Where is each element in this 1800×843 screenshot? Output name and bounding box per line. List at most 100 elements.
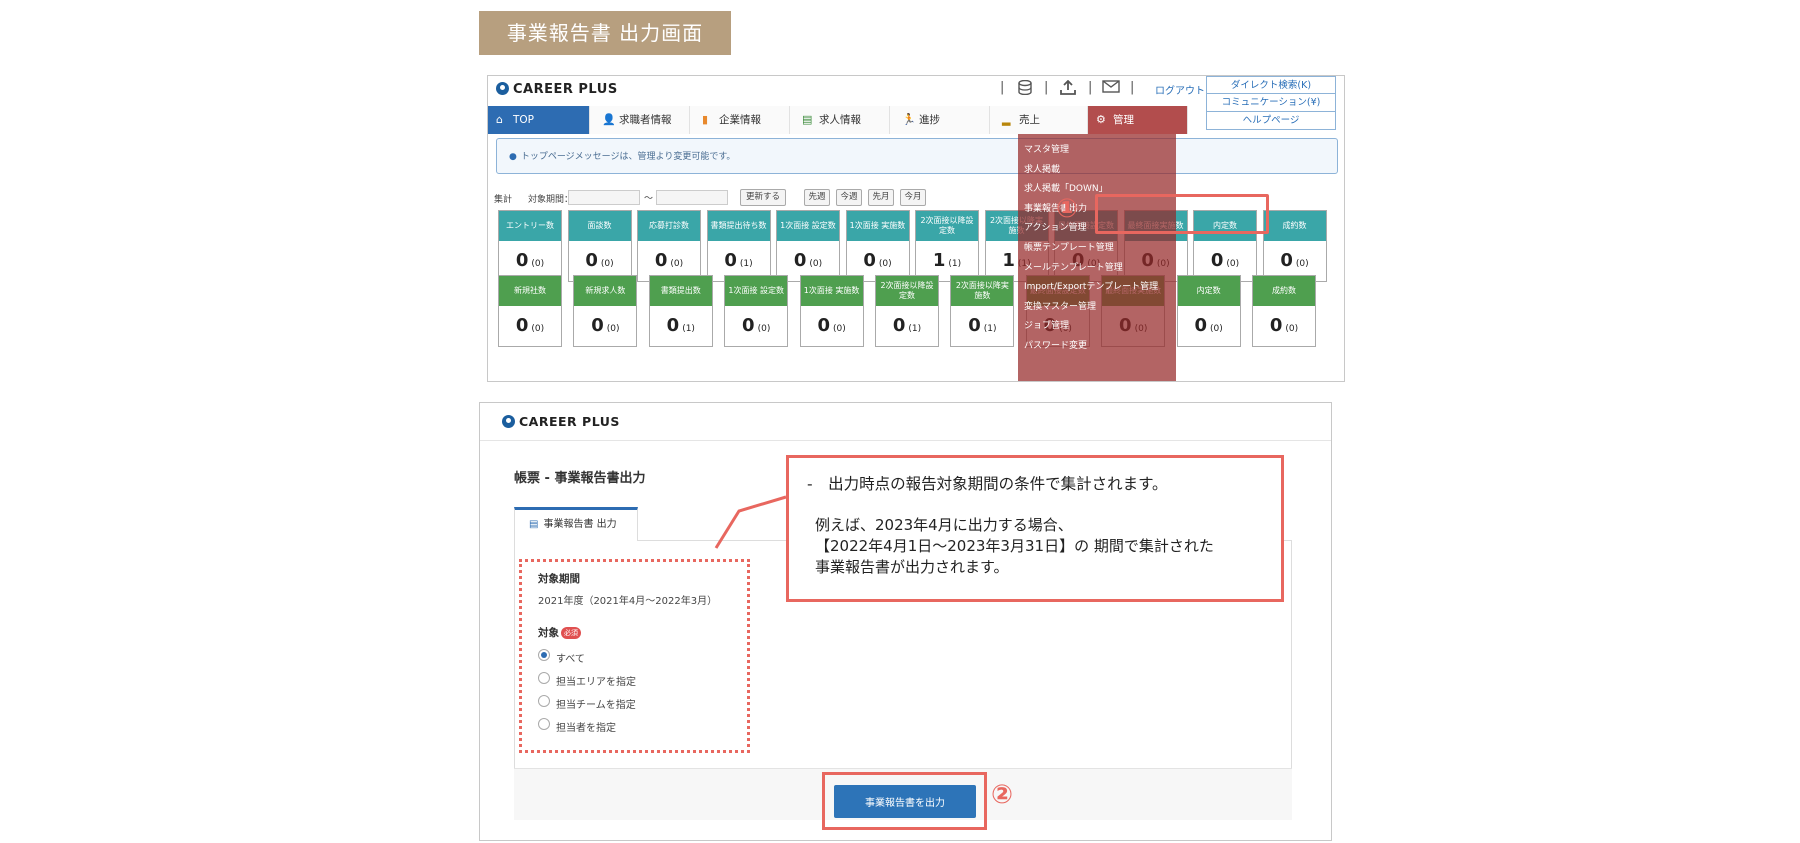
nav-tab-top[interactable]: ⌂ TOP: [488, 106, 590, 134]
stat-card: 1次面接 実施数 0 (0): [799, 275, 864, 347]
separator: |: [1000, 80, 1005, 95]
document-icon: ▤: [529, 519, 539, 530]
this-week-button[interactable]: 今週: [836, 189, 862, 206]
stat-value: 0: [1210, 250, 1224, 271]
stat-card-header: 内定数: [1177, 276, 1240, 306]
stat-card: 面談数 0 (0): [567, 210, 632, 282]
stat-value: 0: [1269, 315, 1283, 336]
mail-icon[interactable]: [1102, 80, 1120, 97]
stat-sub-value: (1): [983, 324, 997, 334]
dropdown-item[interactable]: 変換マスター管理: [1024, 299, 1096, 312]
dropdown-item[interactable]: 求人掲載「DOWN」: [1024, 181, 1108, 194]
tab-business-report-output[interactable]: ▤ 事業報告書 出力: [514, 507, 638, 541]
nav-tab-sales[interactable]: ▂ 売上: [990, 106, 1088, 134]
right-links: ダイレクト検索(K) コミュニケーション(¥) ヘルプページ: [1206, 76, 1336, 130]
stat-sub-value: (0): [809, 259, 823, 269]
stat-card-value: 0(0): [801, 306, 863, 346]
stat-card: 2次面接以降設定数 1 (1): [915, 210, 979, 282]
stat-card-header: 面談数: [568, 211, 631, 241]
stat-card-header: 2次面接以降設定数: [916, 211, 978, 241]
info-icon: ●: [509, 152, 517, 162]
stat-value: 0: [724, 250, 737, 271]
stat-value: 0: [968, 315, 981, 336]
stat-card-value: 0(0): [499, 306, 561, 346]
dropdown-item[interactable]: 求人掲載: [1024, 162, 1060, 175]
tilde: 〜: [644, 194, 654, 204]
stat-sub-value: (0): [531, 324, 545, 334]
stat-card-header: 書類提出数: [649, 276, 712, 306]
page-title: 帳票 - 事業報告書出力: [514, 471, 646, 486]
stat-value: 0: [793, 250, 807, 271]
stat-value: 0: [666, 315, 680, 336]
stat-card-value: 0(0): [1178, 306, 1240, 346]
stat-value: 0: [817, 315, 830, 336]
stat-card-header: 新規求人数: [574, 276, 637, 306]
nav-tab-jobseeker[interactable]: 👤 求職者情報: [590, 106, 690, 134]
highlight-settings-area: [519, 559, 750, 753]
gear-icon: ⚙: [1096, 113, 1106, 126]
stat-value: 0: [1194, 315, 1207, 336]
this-month-button[interactable]: 今月: [900, 189, 926, 206]
stat-sub-value: (0): [1285, 324, 1299, 334]
career-plus-logo: CAREER PLUS: [496, 82, 618, 97]
separator: |: [1088, 80, 1093, 95]
bar-chart-icon: ▂: [1002, 113, 1011, 126]
stat-card-header: 成約数: [1253, 276, 1315, 306]
dropdown-item[interactable]: Import/Exportテンプレート管理: [1024, 279, 1158, 292]
stat-value: 0: [515, 315, 529, 336]
database-icon[interactable]: [1018, 79, 1032, 99]
stat-card-header: 新規社数: [499, 276, 561, 306]
highlight-business-report-menu: [1095, 194, 1269, 234]
output-business-report-button[interactable]: 事業報告書を出力: [834, 785, 976, 818]
update-button[interactable]: 更新する: [740, 189, 786, 206]
explanation-callout: - 出力時点の報告対象期間の条件で集計されます。 例えば、2023年4月に出力す…: [786, 455, 1284, 602]
top-message-box: ● トップページメッセージは、管理より変更可能です。: [496, 138, 1338, 174]
stat-card-value: 0 (1): [650, 306, 712, 346]
nav-tab-management[interactable]: ⚙ 管理: [1088, 106, 1188, 134]
period-label: 対象期間：: [528, 195, 574, 205]
stat-value: 0: [591, 315, 604, 336]
stat-card: 1次面接 設定数 0 (0): [724, 275, 789, 347]
stat-sub-value: (0): [1209, 324, 1223, 334]
stat-value: 0: [585, 250, 598, 271]
stat-sub-value: (0): [600, 259, 614, 269]
dropdown-item[interactable]: パスワード変更: [1024, 338, 1087, 351]
stat-sub-value: (0): [670, 259, 684, 269]
nav-tab-company[interactable]: ▮ 企業情報: [690, 106, 790, 134]
stat-sub-value: (1): [739, 259, 753, 269]
building-icon: ▮: [702, 113, 709, 126]
dropdown-item[interactable]: マスタ管理: [1024, 142, 1069, 155]
logout-link[interactable]: ログアウト: [1155, 82, 1205, 97]
callout-line-4: 事業報告書が出力されます。: [815, 558, 1009, 576]
stat-sub-value: (0): [531, 259, 545, 269]
nav-tab-progress[interactable]: 🏃 進捗: [890, 106, 990, 134]
nav-tab-joboffer[interactable]: ▤ 求人情報: [790, 106, 890, 134]
stat-card-header: 1次面接 実施数: [846, 211, 909, 241]
stat-card: 応募打診数 0 (0): [637, 210, 701, 282]
logo-icon: [496, 82, 509, 95]
dropdown-item[interactable]: メールテンプレート管理: [1024, 260, 1123, 273]
communication-link[interactable]: コミュニケーション(¥): [1206, 94, 1336, 112]
callout-example: 例えば、2023年4月に出力する場合、 【2022年4月1日〜2023年3月31…: [815, 515, 1214, 578]
help-page-link[interactable]: ヘルプページ: [1206, 112, 1336, 130]
period-start-input[interactable]: [568, 190, 640, 205]
dropdown-item[interactable]: ジョブ管理: [1024, 318, 1069, 331]
stat-value: 0: [1280, 250, 1293, 271]
callout-line-1: - 出力時点の報告対象期間の条件で集計されます。: [807, 475, 1168, 493]
period-end-input[interactable]: [656, 190, 728, 205]
stat-sub-value: (0): [1226, 259, 1240, 269]
separator: |: [1130, 80, 1135, 95]
direct-search-link[interactable]: ダイレクト検索(K): [1206, 76, 1336, 94]
step-marker-1: ①: [1056, 194, 1079, 224]
stat-card-header: 1次面接 設定数: [725, 276, 788, 306]
logo-icon: [502, 415, 515, 428]
last-month-button[interactable]: 先月: [868, 189, 894, 206]
stat-sub-value: (1): [682, 324, 695, 334]
stat-card: 内定数 0 (0): [1176, 275, 1241, 347]
last-week-button[interactable]: 先週: [804, 189, 830, 206]
stat-value: 1: [1002, 250, 1015, 271]
upload-icon[interactable]: [1060, 79, 1076, 99]
callout-line-2: 例えば、2023年4月に出力する場合、: [815, 516, 1073, 534]
runner-icon: 🏃: [902, 113, 916, 126]
dropdown-item[interactable]: 帳票テンプレート管理: [1024, 240, 1114, 253]
